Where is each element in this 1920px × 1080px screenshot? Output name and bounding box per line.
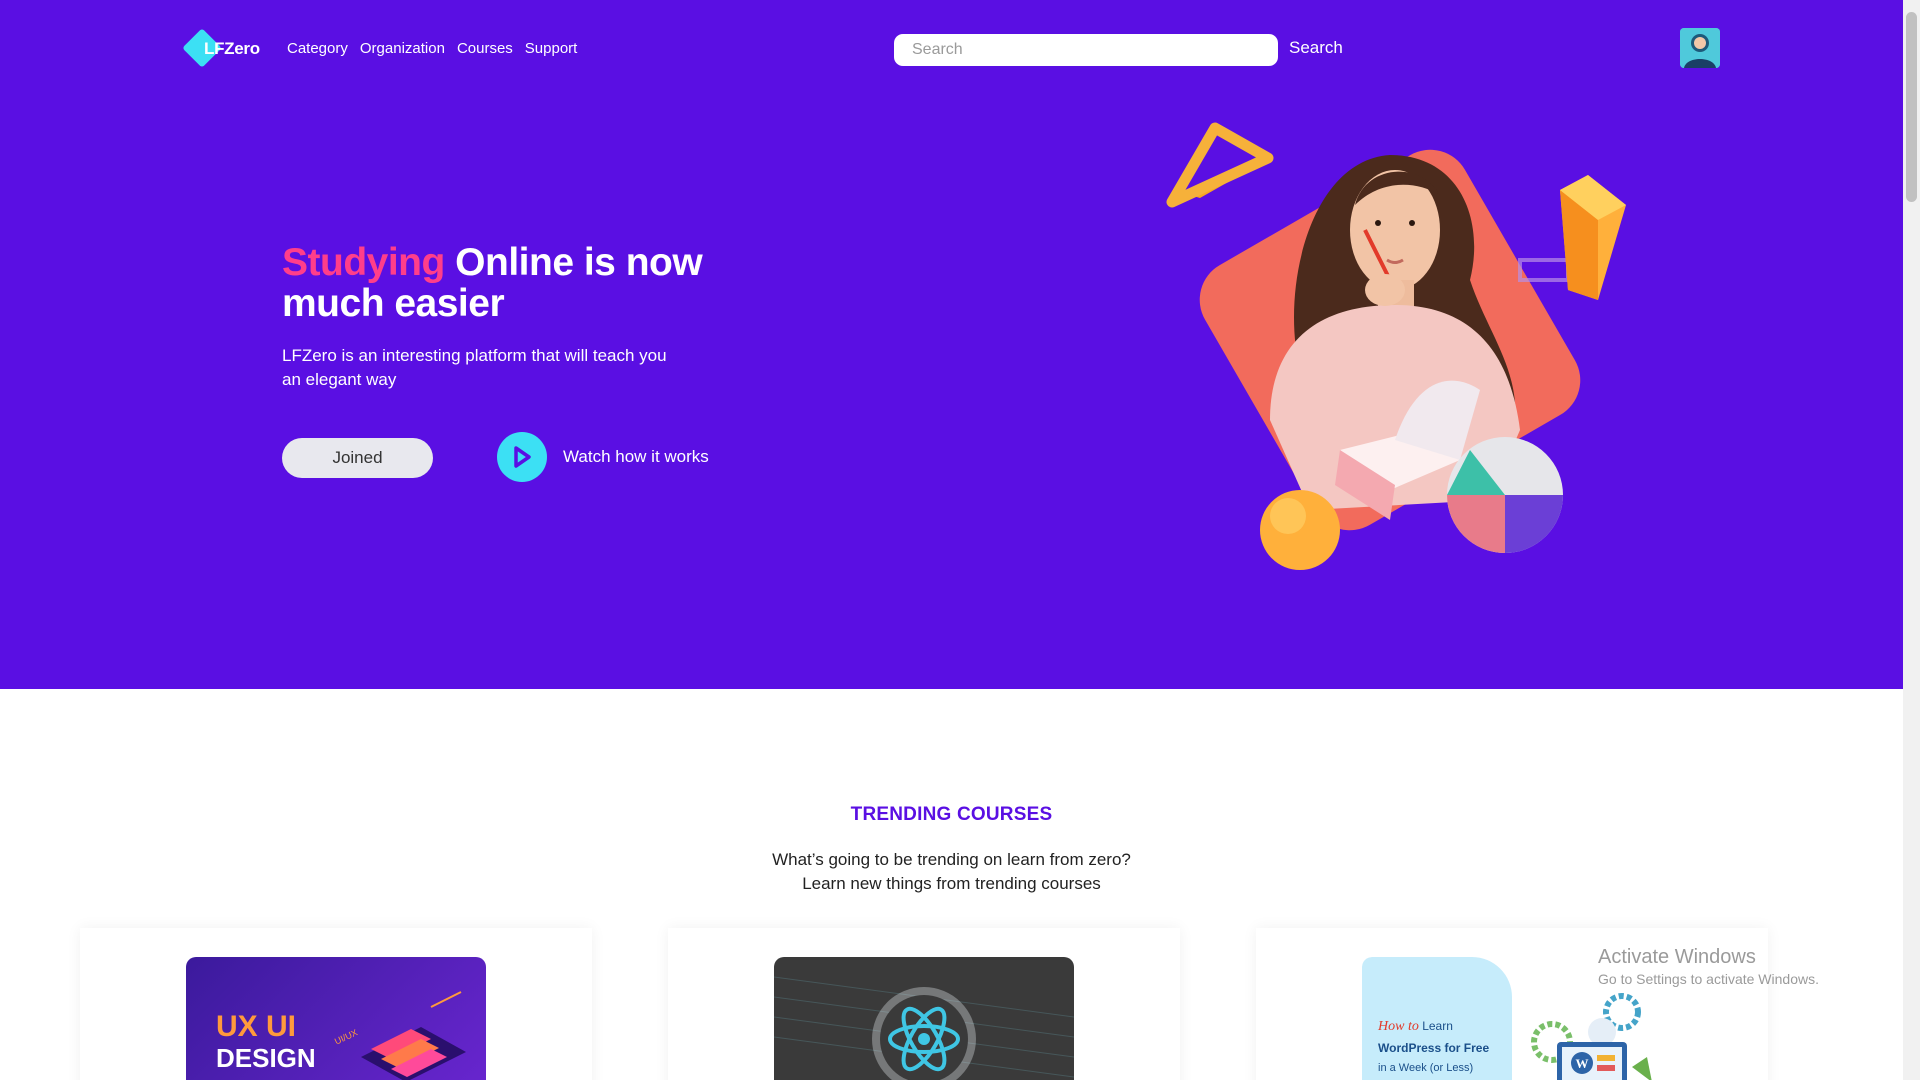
nav-item-category[interactable]: Category: [287, 40, 348, 57]
search-input[interactable]: [894, 34, 1278, 66]
user-avatar-icon: [1680, 28, 1720, 68]
logo-text: LFZero: [204, 39, 260, 58]
thumb-text: How to Learn: [1378, 1019, 1453, 1035]
search-button[interactable]: Search: [1289, 38, 1343, 58]
thumb-title-line2: DESIGN: [216, 1043, 316, 1073]
page: LFZero Category Organization Courses Sup…: [0, 0, 1903, 1080]
trending-subtitle: What’s going to be trending on learn fro…: [0, 848, 1903, 896]
react-atom-icon: [774, 976, 1074, 1080]
trending-subtitle-line1: What’s going to be trending on learn fro…: [772, 850, 1131, 869]
watch-video-link[interactable]: Watch how it works: [497, 432, 709, 482]
main-nav: Category Organization Courses Support: [287, 40, 577, 57]
play-icon[interactable]: [497, 432, 547, 482]
trending-subtitle-line2: Learn new things from trending courses: [802, 874, 1101, 893]
wordpress-laptop-icon: W: [1531, 993, 1652, 1080]
joined-button[interactable]: Joined: [282, 438, 433, 478]
triangle-shape: [1166, 122, 1274, 208]
isometric-device-icon: [361, 991, 466, 1080]
trending-title: TRENDING COURSES: [850, 804, 1053, 825]
svg-text:W: W: [1576, 1056, 1589, 1071]
thumb-title-line1: UX UI: [216, 1010, 297, 1043]
thumb-subtitle: in a Week (or Less): [1378, 1062, 1474, 1074]
nav-item-support[interactable]: Support: [525, 40, 578, 57]
watermark-line2: Go to Settings to activate Windows.: [1598, 971, 1819, 987]
course-thumbnail[interactable]: [774, 957, 1074, 1080]
watch-video-label: Watch how it works: [563, 447, 709, 466]
watermark-line1: Activate Windows: [1598, 946, 1756, 968]
thumb-learn: Learn: [1422, 1019, 1453, 1033]
user-avatar[interactable]: [1680, 28, 1720, 68]
page-scrollbar[interactable]: [1903, 0, 1920, 1080]
nav-item-courses[interactable]: Courses: [457, 40, 513, 57]
logo[interactable]: LFZero: [182, 28, 274, 70]
hero-title: Studying Online is now much easier: [282, 242, 752, 324]
hero-section: LFZero Category Organization Courses Sup…: [0, 0, 1903, 689]
course-card[interactable]: [668, 928, 1180, 1080]
course-card[interactable]: UX UI DESIGN UI/UX: [80, 928, 592, 1080]
nav-item-organization[interactable]: Organization: [360, 40, 445, 57]
thumb-how-to: How to: [1378, 1019, 1419, 1034]
scrollbar-thumb[interactable]: [1906, 12, 1917, 202]
hero-illustration: [1166, 122, 1626, 570]
hero-subtitle: LFZero is an interesting platform that w…: [282, 346, 667, 389]
course-thumbnail[interactable]: UX UI DESIGN UI/UX: [186, 957, 486, 1080]
thumb-wordpress-title: WordPress for Free: [1378, 1041, 1490, 1055]
hero-title-accent: Studying: [282, 241, 445, 284]
orange-ball-shape: [1260, 490, 1340, 570]
windows-activation-watermark: Activate Windows Go to Settings to activ…: [1598, 946, 1819, 987]
